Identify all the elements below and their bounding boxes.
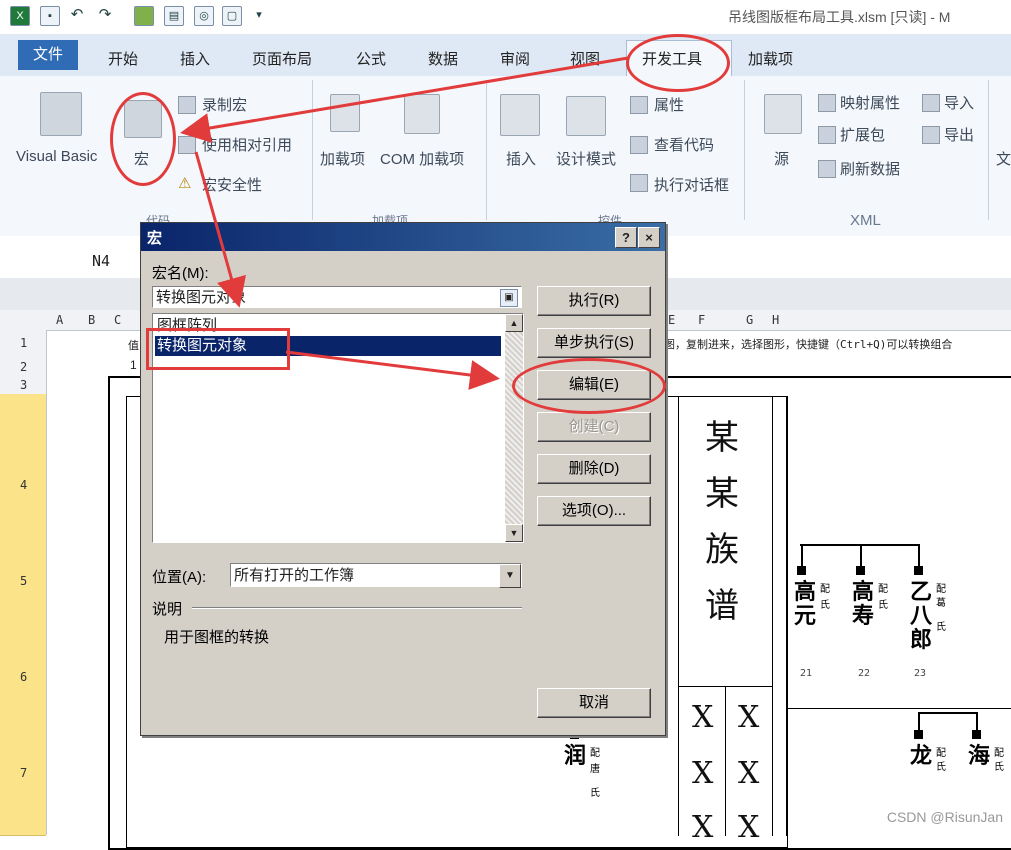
arrow-to-edit — [285, 350, 500, 390]
watermark: CSDN @RisunJan — [886, 809, 1003, 825]
arrow-to-macro-name — [194, 151, 246, 308]
annotation-arrows — [180, 56, 629, 390]
arrow-to-macro — [180, 56, 629, 143]
